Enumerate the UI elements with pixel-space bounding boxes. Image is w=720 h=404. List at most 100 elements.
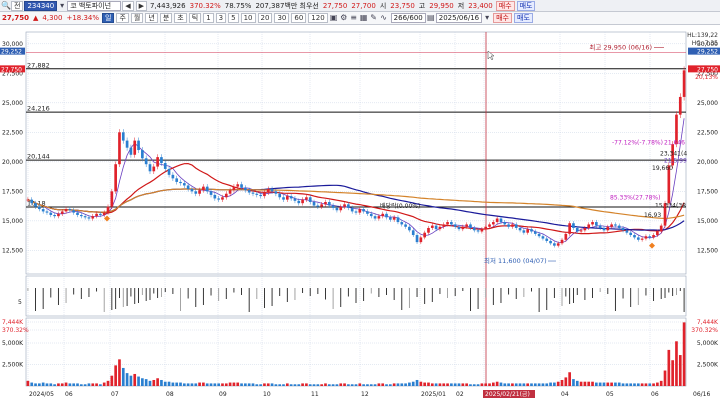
date-picker-icon[interactable]: ▾ xyxy=(483,14,491,22)
candle-body xyxy=(186,185,190,190)
volume-bar xyxy=(663,370,667,386)
candle-body xyxy=(526,229,530,233)
candle-body xyxy=(579,230,583,232)
low-annotation: 최저 11,600 (04/07) xyxy=(484,256,547,265)
sell-button[interactable]: 매도 xyxy=(514,13,533,23)
turnover-value: 78.75% xyxy=(224,1,252,10)
minute-1-button[interactable]: 1 xyxy=(203,13,214,23)
period-day-button[interactable]: 일 xyxy=(102,13,115,23)
volume-bar xyxy=(659,380,663,386)
lock-icon[interactable]: ▣ xyxy=(330,14,338,22)
volume-bar xyxy=(152,379,156,386)
date-field[interactable]: 2025/06/16 xyxy=(435,13,483,23)
candle-body xyxy=(308,197,312,202)
volume-bar xyxy=(270,383,274,386)
grid-icon[interactable]: ▦ xyxy=(360,14,368,22)
volume-bar xyxy=(221,383,224,386)
volume-bar xyxy=(644,383,648,386)
minute-20-button[interactable]: 20 xyxy=(257,13,273,23)
candle-body xyxy=(575,227,579,232)
price-tag-left: 27,750 xyxy=(1,66,22,73)
list-icon[interactable]: ≡ xyxy=(350,14,358,22)
period-year-button[interactable]: 년 xyxy=(145,13,158,23)
price-change-pct: +18.34% xyxy=(66,14,100,22)
next-stock-button[interactable]: ▶ xyxy=(135,0,147,11)
volume-bar xyxy=(26,380,30,386)
stock-name-field[interactable]: 코 백토파이넌 xyxy=(67,0,122,11)
settings-icon[interactable]: ⚙ xyxy=(340,14,348,22)
volume-bar xyxy=(57,383,60,386)
pct1-value: 21,646 xyxy=(664,139,685,146)
buy-button[interactable]: 매수 xyxy=(493,13,512,23)
indicator-icon[interactable]: ∿ xyxy=(380,14,388,22)
candle-body xyxy=(347,204,350,208)
calendar-icon[interactable]: ▤ xyxy=(427,14,435,22)
volume-bar xyxy=(224,383,228,386)
search-icon[interactable]: 🔍 xyxy=(1,1,11,10)
candle-body xyxy=(617,225,621,228)
volume-bar xyxy=(492,382,495,386)
candle-body xyxy=(60,211,64,214)
mid2-annotation: 19,660 xyxy=(652,165,673,172)
dropdown-icon[interactable]: ▾ xyxy=(58,1,66,10)
volume-bar xyxy=(255,384,259,386)
volume-bar xyxy=(343,383,346,386)
volume-bar xyxy=(68,383,72,386)
candle-body xyxy=(148,164,152,172)
sub2-tick-right: 2,500K xyxy=(697,362,719,369)
price-change: 4,300 xyxy=(42,14,63,22)
volume-bar xyxy=(568,372,571,386)
volume-bar xyxy=(564,377,568,386)
period-month-button[interactable]: 월 xyxy=(130,13,144,23)
up-arrow-icon: ▲ xyxy=(33,14,39,22)
candle-body xyxy=(419,237,423,243)
pct1-annotation: -77.12%(-7.78%) xyxy=(612,139,663,146)
candle-body xyxy=(182,183,186,186)
candle-body xyxy=(373,216,377,219)
price-tag-right: 29,252 xyxy=(697,49,718,56)
y-tick-right: 17,500 xyxy=(697,188,718,195)
volume-bar xyxy=(629,383,633,386)
period-second-button[interactable]: 초 xyxy=(174,13,187,23)
volume-bar xyxy=(99,384,102,386)
y-tick-right: 12,500 xyxy=(697,247,718,254)
sell-button-top[interactable]: 매도 xyxy=(516,0,536,11)
minute-10-button[interactable]: 10 xyxy=(240,13,256,23)
volume-bar xyxy=(263,383,266,386)
candle-body xyxy=(110,191,114,207)
volume-bar xyxy=(129,375,133,386)
price-tag-right: HC:-7.35 xyxy=(692,40,718,47)
prev-stock-button[interactable]: ◀ xyxy=(122,0,134,11)
volume-bar xyxy=(278,384,282,386)
candle-body xyxy=(114,164,117,192)
candle-body xyxy=(495,218,499,223)
buy-button-top[interactable]: 매수 xyxy=(495,0,515,11)
minute-5-button[interactable]: 5 xyxy=(228,13,239,23)
sub2-tick-left: 370.32% xyxy=(2,327,29,334)
market-select[interactable]: 전 xyxy=(11,0,24,11)
period-tick-button[interactable]: 틱 xyxy=(188,13,202,23)
minute-3-button[interactable]: 3 xyxy=(215,13,227,23)
volume-bar xyxy=(339,383,343,386)
stock-code-input[interactable]: 234340 xyxy=(24,0,58,11)
candle-body xyxy=(293,198,297,201)
minute-30-button[interactable]: 30 xyxy=(274,13,290,23)
volume-value: 7,443,926 xyxy=(149,1,186,10)
minute-60-button[interactable]: 60 xyxy=(291,13,307,23)
candle-body xyxy=(442,224,446,227)
candle-body xyxy=(652,235,655,238)
volume-bar xyxy=(64,382,68,386)
price-chart[interactable]: 27,88224,21620,14416,18 30,00030,00027,5… xyxy=(0,26,720,404)
tool-icon[interactable]: ✎ xyxy=(370,14,378,22)
count-field[interactable]: 266/600 xyxy=(390,13,426,23)
period-week-button[interactable]: 주 xyxy=(116,13,129,23)
candle-body xyxy=(125,140,129,148)
period-minute-button[interactable]: 분 xyxy=(159,13,173,23)
candle-body xyxy=(472,227,476,231)
volume-bar xyxy=(167,381,171,386)
high-value: 29,950 xyxy=(429,1,454,10)
minute-120-button[interactable]: 120 xyxy=(308,13,328,23)
volume-bar xyxy=(369,384,373,386)
candle-body xyxy=(587,224,591,228)
sub2-tick-left: 7,444K xyxy=(2,319,24,326)
